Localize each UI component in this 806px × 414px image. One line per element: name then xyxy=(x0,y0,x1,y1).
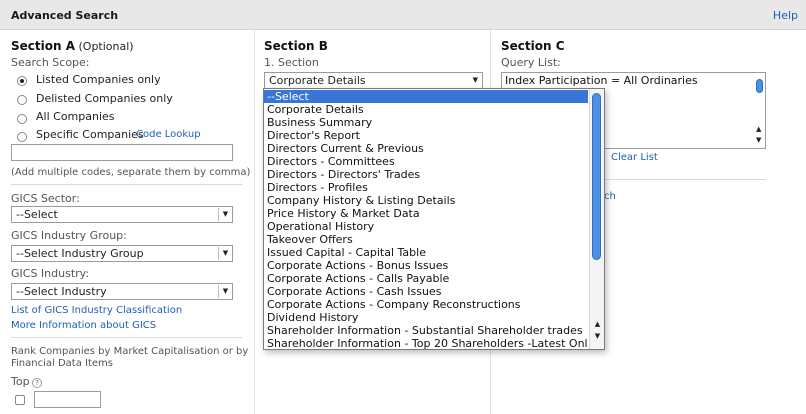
section-a-heading: Section A (Optional) xyxy=(11,39,134,53)
gics-industry-label: GICS Industry: xyxy=(11,267,90,280)
gics-sector-label: GICS Sector: xyxy=(11,192,80,205)
radio-label-listed: Listed Companies only xyxy=(36,73,161,86)
section-select[interactable]: Corporate Details ▼ xyxy=(264,72,483,89)
radio-all-companies[interactable] xyxy=(17,114,27,124)
radio-delisted-companies[interactable] xyxy=(17,95,27,105)
scroll-up-icon[interactable]: ▲ xyxy=(590,320,605,328)
radio-specific-companies[interactable] xyxy=(17,132,27,142)
rank-text-line-1: Rank Companies by Market Capitalisation … xyxy=(11,346,249,357)
rank-text-line-2: Financial Data Items xyxy=(11,358,113,369)
gics-industry-select[interactable]: --Select Industry ▼ xyxy=(11,283,233,300)
section-select-value: Corporate Details xyxy=(269,74,366,87)
section-step-label: 1. Section xyxy=(264,56,319,69)
query-list-item[interactable]: Index Participation = All Ordinaries xyxy=(505,74,698,87)
chevron-down-icon: ▼ xyxy=(218,247,232,260)
chevron-down-icon: ▼ xyxy=(218,208,232,221)
rank-companies-text: Rank Companies by Market Capitalisation … xyxy=(11,346,248,370)
chevron-down-icon: ▼ xyxy=(218,285,232,298)
dropdown-option[interactable]: Shareholder Information - Top 20 Shareho… xyxy=(264,337,588,350)
section-dropdown-list[interactable]: --Select Corporate Details Business Summar… xyxy=(263,88,605,350)
dropdown-option[interactable]: Operational History xyxy=(264,220,588,233)
query-scrollbar-thumb[interactable] xyxy=(756,79,763,93)
code-lookup-link[interactable]: Code Lookup xyxy=(136,129,201,140)
radio-label-delisted: Delisted Companies only xyxy=(36,92,173,105)
gics-group-select[interactable]: --Select Industry Group ▼ xyxy=(11,245,233,262)
top-label: Top xyxy=(11,375,30,388)
section-a-optional: (Optional) xyxy=(78,40,134,53)
dropdown-option[interactable]: Shareholder Information - Substantial Sh… xyxy=(264,324,588,337)
dropdown-option[interactable]: Price History & Market Data xyxy=(264,207,588,220)
divider xyxy=(11,184,243,185)
page-title: Advanced Search xyxy=(11,9,119,22)
scroll-down-icon[interactable]: ▼ xyxy=(590,332,605,340)
dropdown-option[interactable]: Company History & Listing Details xyxy=(264,194,588,207)
dropdown-option[interactable]: Directors - Profiles xyxy=(264,181,588,194)
gics-group-value: --Select Industry Group xyxy=(16,247,144,260)
company-codes-input[interactable] xyxy=(11,144,233,161)
radio-listed-companies[interactable] xyxy=(17,76,27,86)
section-b-title: Section B xyxy=(264,39,328,53)
query-list-label: Query List: xyxy=(501,56,561,69)
column-divider-ab xyxy=(254,30,255,414)
dropdown-scrollbar-thumb[interactable] xyxy=(592,93,601,260)
radio-label-all: All Companies xyxy=(36,110,115,123)
scroll-up-icon[interactable]: ▲ xyxy=(756,125,761,133)
gics-sector-select[interactable]: --Select ▼ xyxy=(11,206,233,223)
radio-label-specific: Specific Companies xyxy=(36,128,144,141)
help-link[interactable]: Help xyxy=(773,9,798,22)
dropdown-option[interactable]: Takeover Offers xyxy=(264,233,588,246)
dropdown-option[interactable]: --Select xyxy=(264,90,588,103)
gics-industry-value: --Select Industry xyxy=(16,285,107,298)
dropdown-option[interactable]: Corporate Details xyxy=(264,103,588,116)
codes-hint: (Add multiple codes, separate them by co… xyxy=(11,167,251,178)
gics-group-label: GICS Industry Group: xyxy=(11,229,127,242)
dropdown-option[interactable]: Corporate Actions - Bonus Issues xyxy=(264,259,588,272)
divider xyxy=(11,337,243,338)
help-icon[interactable]: ? xyxy=(32,378,42,388)
gics-sector-value: --Select xyxy=(16,208,58,221)
gics-more-info-link[interactable]: More Information about GICS xyxy=(11,320,156,331)
dropdown-option[interactable]: Issued Capital - Capital Table xyxy=(264,246,588,259)
dropdown-option[interactable]: Corporate Actions - Company Reconstructi… xyxy=(264,298,588,311)
section-a-title: Section A xyxy=(11,39,75,53)
top-count-input[interactable] xyxy=(34,391,101,408)
dropdown-option[interactable]: Directors - Committees xyxy=(264,155,588,168)
chevron-down-icon: ▼ xyxy=(472,76,478,84)
dropdown-option[interactable]: Directors Current & Previous xyxy=(264,142,588,155)
scroll-down-icon[interactable]: ▼ xyxy=(756,136,761,144)
dropdown-option[interactable]: Director's Report xyxy=(264,129,588,142)
dropdown-option[interactable]: Corporate Actions - Cash Issues xyxy=(264,285,588,298)
search-link-partial[interactable]: ch xyxy=(604,191,616,202)
dropdown-option[interactable]: Corporate Actions - Calls Payable xyxy=(264,272,588,285)
dropdown-option[interactable]: Dividend History xyxy=(264,311,588,324)
top-checkbox[interactable] xyxy=(15,395,25,405)
dropdown-option[interactable]: Business Summary xyxy=(264,116,588,129)
section-c-title: Section C xyxy=(501,39,565,53)
dropdown-option[interactable]: Directors - Directors' Trades xyxy=(264,168,588,181)
clear-list-link[interactable]: Clear List xyxy=(611,152,658,163)
header-bar: Advanced Search Help xyxy=(0,0,806,30)
search-scope-label: Search Scope: xyxy=(11,56,90,69)
gics-classification-link[interactable]: List of GICS Industry Classification xyxy=(11,305,182,316)
